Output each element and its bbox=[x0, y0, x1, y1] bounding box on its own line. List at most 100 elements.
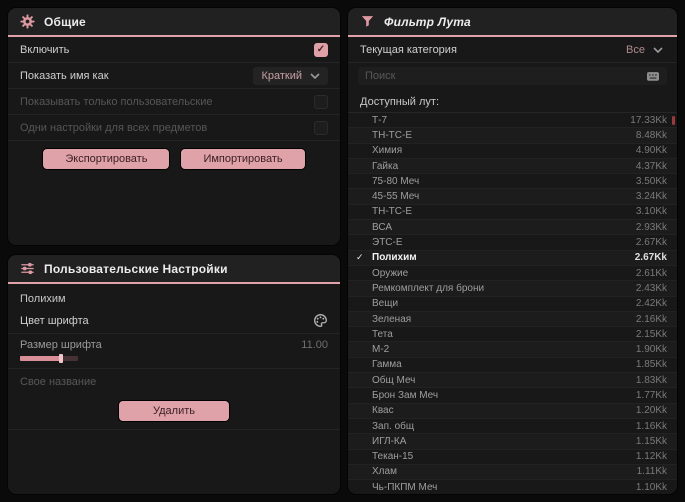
list-item[interactable]: ВСА 2.93Kk bbox=[348, 220, 677, 236]
loot-count: 1.16Kk bbox=[635, 420, 667, 432]
category-row: Текущая категория Все bbox=[348, 37, 677, 63]
list-item[interactable]: Хлам 1.11Kk bbox=[348, 465, 677, 481]
settings-window: Общие Включить ✓ Показать имя как Кратки… bbox=[0, 0, 685, 502]
custom-name-input[interactable] bbox=[20, 376, 328, 388]
category-label: Текущая категория bbox=[360, 43, 457, 56]
right-column: Фильтр Лута Текущая категория Все Поиск … bbox=[348, 8, 677, 494]
same-settings-row: Одни настройки для всех предметов bbox=[8, 115, 340, 141]
loot-count: 3.10Kk bbox=[635, 206, 667, 218]
loot-count: 3.50Kk bbox=[635, 175, 667, 187]
loot-count: 1.83Kk bbox=[635, 374, 667, 386]
general-panel: Общие Включить ✓ Показать имя как Кратки… bbox=[8, 8, 340, 245]
name-mode-label: Показать имя как bbox=[20, 69, 109, 82]
list-item[interactable]: Тета 2.15Kk bbox=[348, 327, 677, 343]
custom-name-row bbox=[8, 369, 340, 395]
list-item[interactable]: Т-7 17.33Kk bbox=[348, 113, 677, 129]
loot-count: 2.15Kk bbox=[635, 328, 667, 340]
custom-panel-spacer bbox=[8, 430, 340, 494]
loot-name: Квас bbox=[372, 405, 394, 417]
list-item[interactable]: Текан-15 1.12Kk bbox=[348, 450, 677, 465]
list-item[interactable]: ТН-ТС-Е 3.10Kk bbox=[348, 205, 677, 221]
list-item[interactable]: 45-55 Меч 3.24Kk bbox=[348, 189, 677, 205]
funnel-icon bbox=[360, 14, 375, 29]
list-item[interactable]: Ремкомплект для брони 2.43Kk bbox=[348, 281, 677, 297]
list-item[interactable]: М-2 1.90Kk bbox=[348, 342, 677, 358]
enable-checkbox[interactable]: ✓ bbox=[314, 42, 328, 57]
custom-settings-title: Пользовательские Настройки bbox=[44, 261, 228, 276]
category-value: Все bbox=[626, 43, 645, 56]
list-item[interactable]: Зап. общ 1.16Kk bbox=[348, 419, 677, 435]
font-size-value: 11.00 bbox=[301, 339, 328, 351]
loot-count: 2.67Kk bbox=[635, 237, 667, 249]
name-mode-dropdown[interactable]: Краткий bbox=[253, 66, 328, 85]
delete-button[interactable]: Удалить bbox=[119, 401, 229, 421]
keyboard-icon[interactable] bbox=[646, 70, 660, 82]
loot-name: Чь-ПКПМ Меч bbox=[372, 481, 438, 493]
loot-count: 2.93Kk bbox=[635, 221, 667, 233]
export-button[interactable]: Экспортировать bbox=[43, 149, 170, 169]
search-row bbox=[348, 63, 677, 90]
enable-row: Включить ✓ bbox=[8, 37, 340, 63]
loot-list: Т-7 17.33Kk ТН-ТС-Е 8.48Kk Химия 4.90Kk Гайка 4… bbox=[348, 112, 677, 494]
loot-count: 1.90Kk bbox=[635, 344, 667, 356]
list-item[interactable]: Оружие 2.61Kk bbox=[348, 266, 677, 282]
custom-settings-panel: Пользовательские Настройки Полихим Цвет … bbox=[8, 255, 340, 494]
list-item[interactable]: Гайка 4.37Kk bbox=[348, 159, 677, 175]
category-dropdown[interactable]: Все bbox=[624, 41, 665, 59]
loot-count: 3.24Kk bbox=[635, 191, 667, 203]
loot-count: 1.85Kk bbox=[635, 359, 667, 371]
sliders-icon bbox=[20, 261, 35, 276]
loot-name: ВСА bbox=[372, 221, 393, 233]
loot-name: Зеленая bbox=[372, 313, 412, 325]
loot-name: Вещи bbox=[372, 298, 399, 310]
list-item[interactable]: Гамма 1.85Kk bbox=[348, 358, 677, 374]
font-color-label: Цвет шрифта bbox=[20, 314, 89, 327]
chevron-down-icon bbox=[653, 46, 663, 53]
list-item[interactable]: ТН-ТС-Е 8.48Kk bbox=[348, 128, 677, 144]
loot-name: М-2 bbox=[372, 344, 390, 356]
slider-handle[interactable] bbox=[59, 354, 64, 363]
export-import-row: Экспортировать Импортировать bbox=[8, 141, 340, 178]
list-item[interactable]: Брон Зам Меч 1.77Kk bbox=[348, 388, 677, 404]
palette-icon[interactable] bbox=[313, 313, 328, 328]
only-custom-row: Показывать только пользовательские bbox=[8, 89, 340, 115]
list-item[interactable]: ЭТС-Е 2.67Kk bbox=[348, 235, 677, 251]
slider-fill bbox=[20, 356, 62, 361]
list-item[interactable]: ИГЛ-КА 1.15Kk bbox=[348, 434, 677, 450]
loot-count: 8.48Kk bbox=[635, 129, 667, 141]
loot-name: Хлам bbox=[372, 466, 397, 478]
loot-name: Ремкомплект для брони bbox=[372, 282, 485, 294]
loot-filter-panel: Фильтр Лута Текущая категория Все Поиск … bbox=[348, 8, 677, 494]
list-item[interactable]: ✓ Полихим 2.67Kk bbox=[348, 251, 677, 266]
loot-count: 1.15Kk bbox=[635, 435, 667, 447]
only-custom-label: Показывать только пользовательские bbox=[20, 95, 213, 108]
loot-name: Химия bbox=[372, 145, 403, 157]
loot-count: 2.67Kk bbox=[634, 252, 667, 264]
loot-name: ТН-ТС-Е bbox=[372, 206, 412, 218]
loot-name: Общ Меч bbox=[372, 374, 416, 386]
list-item[interactable]: Чь-ПКПМ Меч 1.10Kk bbox=[348, 480, 677, 494]
loot-name: ТН-ТС-Е bbox=[372, 129, 412, 141]
check-icon: ✓ bbox=[356, 252, 364, 263]
list-item[interactable]: Зеленая 2.16Kk bbox=[348, 312, 677, 328]
loot-filter-title: Фильтр Лута bbox=[384, 14, 471, 29]
loot-count: 4.37Kk bbox=[635, 160, 667, 172]
loot-count: 2.42Kk bbox=[635, 298, 667, 310]
search-input[interactable] bbox=[365, 70, 638, 82]
list-item[interactable]: Химия 4.90Kk bbox=[348, 144, 677, 159]
loot-count: 4.90Kk bbox=[635, 145, 667, 157]
loot-count: 1.20Kk bbox=[635, 405, 667, 417]
scrollbar-thumb[interactable] bbox=[672, 116, 675, 125]
list-item[interactable]: Общ Меч 1.83Kk bbox=[348, 373, 677, 389]
list-item[interactable]: Квас 1.20Kk bbox=[348, 404, 677, 419]
search-box bbox=[358, 67, 667, 85]
same-settings-label: Одни настройки для всех предметов bbox=[20, 121, 208, 134]
list-item[interactable]: 75-80 Меч 3.50Kk bbox=[348, 174, 677, 190]
loot-name: Гайка bbox=[372, 160, 399, 172]
list-item[interactable]: Вещи 2.42Kk bbox=[348, 297, 677, 312]
font-size-slider[interactable] bbox=[20, 354, 78, 363]
selected-item-label: Полихим bbox=[20, 293, 66, 305]
only-custom-checkbox bbox=[314, 94, 328, 109]
loot-name: ЭТС-Е bbox=[372, 237, 403, 249]
import-button[interactable]: Импортировать bbox=[181, 149, 305, 169]
